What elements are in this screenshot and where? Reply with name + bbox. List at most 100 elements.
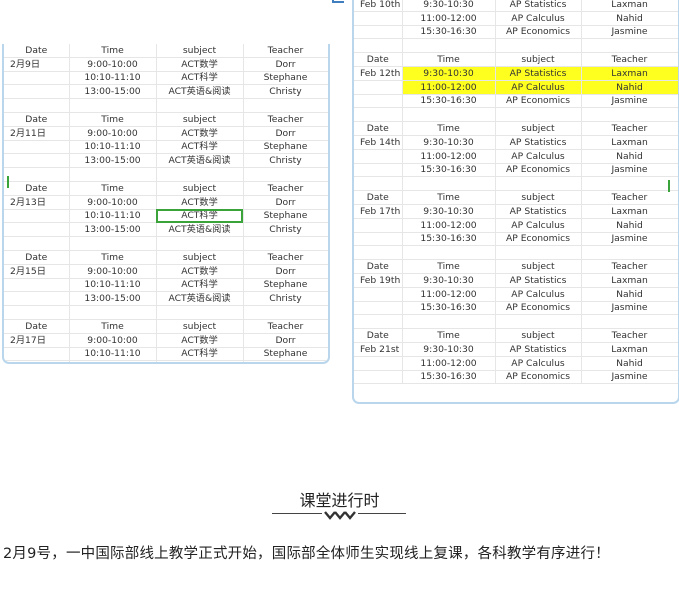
header-teacher[interactable]: Teacher bbox=[243, 112, 328, 127]
date-cell[interactable] bbox=[354, 287, 403, 302]
date-cell[interactable]: Feb 19th bbox=[354, 273, 403, 288]
time-cell[interactable]: 13:00-15:00 bbox=[69, 84, 157, 100]
empty-cell[interactable] bbox=[69, 236, 157, 251]
teacher-cell[interactable]: Jasmine bbox=[581, 25, 678, 40]
date-cell[interactable] bbox=[4, 209, 70, 224]
time-cell[interactable]: 11:00-12:00 bbox=[402, 11, 496, 26]
date-cell[interactable] bbox=[354, 163, 403, 178]
teacher-cell[interactable]: Laxman bbox=[581, 66, 678, 81]
subject-cell[interactable]: AP Calculus bbox=[495, 149, 582, 164]
empty-cell[interactable] bbox=[69, 98, 157, 113]
time-cell[interactable]: 9:30-10:30 bbox=[402, 273, 496, 288]
teacher-cell[interactable]: Jasmine bbox=[581, 370, 678, 385]
date-cell[interactable] bbox=[354, 370, 403, 385]
date-cell[interactable]: 2月9日 bbox=[4, 57, 70, 72]
teacher-cell[interactable]: Dorr bbox=[243, 126, 328, 141]
empty-cell[interactable] bbox=[4, 236, 70, 251]
subject-cell[interactable]: ACT科学 bbox=[156, 209, 244, 224]
subject-cell[interactable]: ACT英语&阅读 bbox=[156, 84, 244, 100]
date-cell[interactable]: 2月11日 bbox=[4, 126, 70, 141]
time-cell[interactable]: 11:00-12:00 bbox=[402, 356, 496, 371]
time-cell[interactable]: 10:10-11:10 bbox=[69, 278, 157, 293]
teacher-cell[interactable]: Stephane bbox=[243, 71, 328, 86]
empty-cell[interactable] bbox=[243, 167, 328, 182]
header-subject[interactable]: subject bbox=[156, 44, 244, 58]
header-teacher[interactable]: Teacher bbox=[581, 52, 678, 67]
empty-cell[interactable] bbox=[581, 38, 678, 54]
header-date[interactable]: Date bbox=[4, 112, 70, 127]
empty-cell[interactable] bbox=[495, 245, 582, 261]
teacher-cell[interactable]: Christy bbox=[243, 360, 328, 362]
empty-cell[interactable] bbox=[402, 38, 496, 54]
empty-cell[interactable] bbox=[354, 245, 403, 261]
subject-cell[interactable]: ACT英语&阅读 bbox=[156, 153, 244, 169]
teacher-cell[interactable]: Jasmine bbox=[581, 94, 678, 109]
subject-cell[interactable]: AP Economics bbox=[495, 163, 582, 178]
empty-cell[interactable] bbox=[156, 98, 244, 113]
header-teacher[interactable]: Teacher bbox=[243, 181, 328, 196]
empty-cell[interactable] bbox=[402, 176, 496, 192]
empty-cell[interactable] bbox=[354, 38, 403, 54]
teacher-cell[interactable]: Stephane bbox=[243, 347, 328, 362]
date-cell[interactable]: 2月13日 bbox=[4, 195, 70, 210]
subject-cell[interactable]: ACT科学 bbox=[156, 347, 244, 362]
empty-cell[interactable] bbox=[354, 176, 403, 192]
header-date[interactable]: Date bbox=[354, 328, 403, 343]
header-subject[interactable]: subject bbox=[495, 328, 582, 343]
header-teacher[interactable]: Teacher bbox=[581, 328, 678, 343]
time-cell[interactable]: 9:30-10:30 bbox=[402, 204, 496, 219]
header-time[interactable]: Time bbox=[69, 44, 157, 58]
date-cell[interactable] bbox=[4, 222, 70, 238]
header-time[interactable]: Time bbox=[402, 121, 496, 136]
empty-cell[interactable] bbox=[243, 98, 328, 113]
time-cell[interactable]: 15:30-16:30 bbox=[402, 94, 496, 109]
teacher-cell[interactable]: Jasmine bbox=[581, 232, 678, 247]
time-cell[interactable]: 15:30-16:30 bbox=[402, 232, 496, 247]
header-date[interactable]: Date bbox=[354, 190, 403, 205]
subject-cell[interactable]: AP Calculus bbox=[495, 218, 582, 233]
teacher-cell[interactable]: Laxman bbox=[581, 204, 678, 219]
teacher-cell[interactable]: Stephane bbox=[243, 140, 328, 155]
teacher-cell[interactable]: Stephane bbox=[243, 278, 328, 293]
date-cell[interactable]: 2月17日 bbox=[4, 333, 70, 348]
time-cell[interactable]: 9:30-10:30 bbox=[402, 0, 496, 12]
empty-cell[interactable] bbox=[156, 167, 244, 182]
empty-cell[interactable] bbox=[243, 305, 328, 320]
header-time[interactable]: Time bbox=[69, 112, 157, 127]
subject-cell[interactable]: ACT科学 bbox=[156, 140, 244, 155]
teacher-cell[interactable]: Dorr bbox=[243, 333, 328, 348]
empty-cell[interactable] bbox=[402, 245, 496, 261]
header-time[interactable]: Time bbox=[402, 259, 496, 274]
header-teacher[interactable]: Teacher bbox=[243, 319, 328, 334]
teacher-cell[interactable]: Nahid bbox=[581, 287, 678, 302]
header-teacher[interactable]: Teacher bbox=[581, 121, 678, 136]
teacher-cell[interactable]: Jasmine bbox=[581, 163, 678, 178]
teacher-cell[interactable]: Jasmine bbox=[581, 301, 678, 316]
time-cell[interactable]: 9:30-10:30 bbox=[402, 66, 496, 81]
subject-cell[interactable]: AP Statistics bbox=[495, 273, 582, 288]
time-cell[interactable]: 15:30-16:30 bbox=[402, 25, 496, 40]
header-time[interactable]: Time bbox=[402, 52, 496, 67]
date-cell[interactable] bbox=[354, 356, 403, 371]
header-teacher[interactable]: Teacher bbox=[581, 190, 678, 205]
subject-cell[interactable]: AP Economics bbox=[495, 370, 582, 385]
empty-cell[interactable] bbox=[495, 107, 582, 123]
time-cell[interactable]: 9:00-10:00 bbox=[69, 126, 157, 141]
subject-cell[interactable]: ACT科学 bbox=[156, 71, 244, 86]
teacher-cell[interactable]: Nahid bbox=[581, 11, 678, 26]
time-cell[interactable]: 13:00-15:00 bbox=[69, 360, 157, 362]
teacher-cell[interactable]: Laxman bbox=[581, 0, 678, 12]
subject-cell[interactable]: AP Statistics bbox=[495, 66, 582, 81]
empty-cell[interactable] bbox=[402, 107, 496, 123]
empty-cell[interactable] bbox=[581, 107, 678, 123]
empty-cell[interactable] bbox=[4, 98, 70, 113]
subject-cell[interactable]: AP Statistics bbox=[495, 204, 582, 219]
subject-cell[interactable]: AP Economics bbox=[495, 301, 582, 316]
empty-cell[interactable] bbox=[495, 314, 582, 330]
time-cell[interactable]: 10:10-11:10 bbox=[69, 347, 157, 362]
time-cell[interactable]: 13:00-15:00 bbox=[69, 222, 157, 238]
empty-cell[interactable] bbox=[69, 167, 157, 182]
empty-cell[interactable] bbox=[581, 314, 678, 330]
time-cell[interactable]: 15:30-16:30 bbox=[402, 301, 496, 316]
header-date[interactable]: Date bbox=[354, 259, 403, 274]
